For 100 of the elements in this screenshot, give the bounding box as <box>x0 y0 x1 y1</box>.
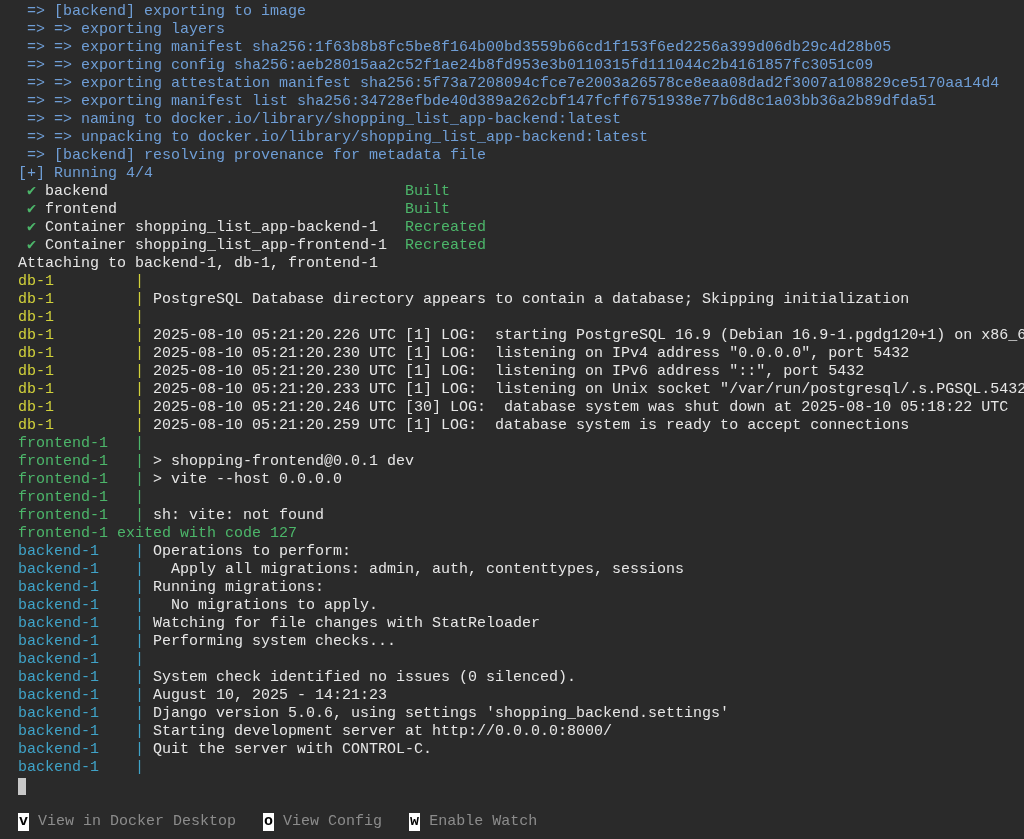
status-name: Container shopping_list_app-backend-1 <box>45 219 380 237</box>
log-separator: | <box>135 561 145 579</box>
shortcut-key[interactable]: v <box>18 813 29 831</box>
shortcut-label[interactable]: View in Docker Desktop <box>38 813 237 831</box>
log-separator: | <box>135 273 145 291</box>
service-label: backend-1 <box>18 579 100 597</box>
attach-message: Attaching to backend-1, db-1, frontend-1 <box>18 255 379 273</box>
log-separator: | <box>135 759 145 777</box>
log-message: Starting development server at http://0.0.0.0:8000/ <box>153 723 613 741</box>
log-separator: | <box>135 471 145 489</box>
service-label: backend-1 <box>18 615 100 633</box>
log-message: sh: vite: not found <box>153 507 325 525</box>
build-output-line: => => exporting config sha256:aeb28015aa2c52f1ae24b8fd953e3b0110315fd111044c2b4161857fc3051c09 <box>27 57 874 75</box>
build-output-line: => => exporting layers <box>27 21 226 39</box>
log-separator: | <box>135 381 145 399</box>
log-separator: | <box>135 345 145 363</box>
build-output-line: => => exporting manifest sha256:1f63b8b8fc5be8f164b00bd3559b66cd1f153f6ed2256a399d06db29c4d28b05 <box>27 39 892 57</box>
status-result: Recreated <box>405 219 487 237</box>
service-label: db-1 <box>18 417 55 435</box>
log-separator: | <box>135 291 145 309</box>
service-label: db-1 <box>18 363 55 381</box>
service-label: backend-1 <box>18 633 100 651</box>
log-separator: | <box>135 687 145 705</box>
log-separator: | <box>135 327 145 345</box>
service-label: db-1 <box>18 273 55 291</box>
service-label: frontend-1 <box>18 489 109 507</box>
log-message: Watching for file changes with StatReloader <box>153 615 541 633</box>
check-icon: ✔ <box>27 183 45 201</box>
log-message: PostgreSQL Database directory appears to contain a database; Skipping initialization <box>153 291 910 309</box>
status-name: frontend <box>45 201 118 219</box>
log-message: > shopping-frontend@0.0.1 dev <box>153 453 415 471</box>
build-output-line: => [backend] resolving provenance for metadata file <box>27 147 487 165</box>
service-label: backend-1 <box>18 759 100 777</box>
log-separator: | <box>135 489 145 507</box>
log-separator: | <box>135 399 145 417</box>
build-output-line: => => exporting manifest list sha256:34728efbde40d389a262cbf147fcff6751938e77b6d8c1a03bb36a2b89dfda51 <box>27 93 937 111</box>
service-label: backend-1 <box>18 705 100 723</box>
log-message: > vite --host 0.0.0.0 <box>153 471 343 489</box>
service-label: db-1 <box>18 327 55 345</box>
service-label: backend-1 <box>18 687 100 705</box>
log-separator: | <box>135 417 145 435</box>
log-message: 2025-08-10 05:21:20.259 UTC [1] LOG: database system is ready to accept connections <box>153 417 910 435</box>
service-label: backend-1 <box>18 741 100 759</box>
check-icon: ✔ <box>27 237 45 255</box>
log-separator: | <box>135 579 145 597</box>
log-message: System check identified no issues (0 silenced). <box>153 669 577 687</box>
log-separator: | <box>135 723 145 741</box>
log-separator: | <box>135 507 145 525</box>
build-output-line: => [backend] exporting to image <box>27 3 307 21</box>
service-label: backend-1 <box>18 561 100 579</box>
service-label: db-1 <box>18 309 55 327</box>
shortcut-key[interactable]: w <box>409 813 421 831</box>
log-message: 2025-08-10 05:21:20.230 UTC [1] LOG: listening on IPv6 address "::", port 5432 <box>153 363 865 381</box>
service-label: db-1 <box>18 291 55 309</box>
log-separator: | <box>135 741 145 759</box>
log-message: 2025-08-10 05:21:20.246 UTC [30] LOG: database system was shut down at 2025-08-10 05:18:22 UTC <box>153 399 1009 417</box>
service-label: backend-1 <box>18 597 100 615</box>
build-output-line: => => naming to docker.io/library/shopping_list_app-backend:latest <box>27 111 622 129</box>
check-icon: ✔ <box>27 201 45 219</box>
service-label: db-1 <box>18 345 55 363</box>
shortcut-label[interactable]: Enable Watch <box>429 813 538 831</box>
status-result: Recreated <box>405 237 487 255</box>
cursor <box>18 777 26 795</box>
service-label: frontend-1 <box>18 507 109 525</box>
log-separator: | <box>135 543 145 561</box>
service-label: backend-1 <box>18 669 100 687</box>
shortcut-key[interactable]: o <box>263 813 275 831</box>
service-label: backend-1 <box>18 723 100 741</box>
shortcut-label[interactable]: View Config <box>283 813 383 831</box>
status-name: backend <box>45 183 109 201</box>
service-label: db-1 <box>18 399 55 417</box>
running-status: [+] Running 4/4 <box>18 165 154 183</box>
log-message: 2025-08-10 05:21:20.230 UTC [1] LOG: listening on IPv4 address "0.0.0.0", port 5432 <box>153 345 910 363</box>
log-separator: | <box>135 309 145 327</box>
service-label: db-1 <box>18 381 55 399</box>
log-message: August 10, 2025 - 14:21:23 <box>153 687 388 705</box>
exit-message: exited with code 127 <box>117 525 298 543</box>
log-separator: | <box>135 651 145 669</box>
service-label: backend-1 <box>18 543 100 561</box>
log-message: No migrations to apply. <box>170 597 379 615</box>
log-separator: | <box>135 669 145 687</box>
log-separator: | <box>135 615 145 633</box>
check-icon: ✔ <box>27 219 45 237</box>
status-result: Built <box>405 201 451 219</box>
log-separator: | <box>135 435 145 453</box>
log-separator: | <box>135 633 145 651</box>
log-separator: | <box>135 363 145 381</box>
service-label: frontend-1 <box>18 435 109 453</box>
log-message: Operations to perform: <box>153 543 352 561</box>
log-message: Django version 5.0.6, using settings 'shopping_backend.settings' <box>153 705 730 723</box>
service-label: frontend-1 <box>18 453 109 471</box>
build-output-line: => => exporting attestation manifest sha256:5f73a7208094cfce7e2003a26578ce8eaa08dad2f3007a108829ce5170aa14d4 <box>27 75 1000 93</box>
build-output-line: => => unpacking to docker.io/library/shopping_list_app-backend:latest <box>27 129 649 147</box>
log-separator: | <box>135 705 145 723</box>
log-message: Performing system checks... <box>153 633 397 651</box>
log-message: Running migrations: <box>153 579 325 597</box>
log-separator: | <box>135 453 145 471</box>
log-message: Quit the server with CONTROL-C. <box>153 741 433 759</box>
log-separator: | <box>135 597 145 615</box>
service-label: frontend-1 <box>18 471 109 489</box>
